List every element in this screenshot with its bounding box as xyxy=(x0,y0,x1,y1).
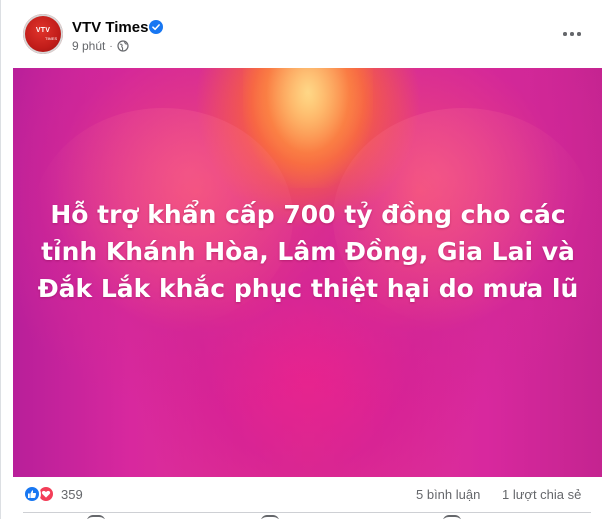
avatar-logo-text: VTV xyxy=(35,27,51,34)
post-image[interactable]: Hỗ trợ khẩn cấp 700 tỷ đồng cho các tỉnh… xyxy=(13,68,602,477)
facebook-post: VTV TIMES VTV Times 9 phút · Hỗ trợ khẩn… xyxy=(0,0,602,519)
reaction-count: 359 xyxy=(61,486,83,502)
comment-action-icon[interactable] xyxy=(261,515,279,519)
page-name-link[interactable]: VTV Times xyxy=(72,19,148,36)
share-action-icon[interactable] xyxy=(443,515,461,519)
verified-badge-icon xyxy=(149,20,163,34)
image-headline: Hỗ trợ khẩn cấp 700 tỷ đồng cho các tỉnh… xyxy=(37,200,579,303)
post-footer-stats: 359 5 bình luận 1 lượt chia sẻ xyxy=(13,480,602,510)
shares-count-link[interactable]: 1 lượt chia sẻ xyxy=(502,487,581,502)
meta-separator: · xyxy=(109,40,113,52)
globe-icon[interactable] xyxy=(117,40,129,52)
avatar[interactable]: VTV TIMES xyxy=(23,14,63,54)
like-action-icon[interactable] xyxy=(87,515,105,519)
post-header: VTV TIMES VTV Times 9 phút · xyxy=(1,0,602,68)
more-options-icon xyxy=(563,32,567,36)
more-options-button[interactable] xyxy=(557,22,587,46)
avatar-logo-sub: TIMES xyxy=(45,36,58,41)
reactions-summary[interactable]: 359 xyxy=(23,485,83,503)
like-icon xyxy=(23,485,41,503)
post-time-link[interactable]: 9 phút xyxy=(72,39,105,53)
heart-glow xyxy=(243,68,373,188)
post-meta: 9 phút · xyxy=(72,39,129,53)
comments-count-link[interactable]: 5 bình luận xyxy=(416,487,480,502)
action-bar xyxy=(13,513,602,519)
